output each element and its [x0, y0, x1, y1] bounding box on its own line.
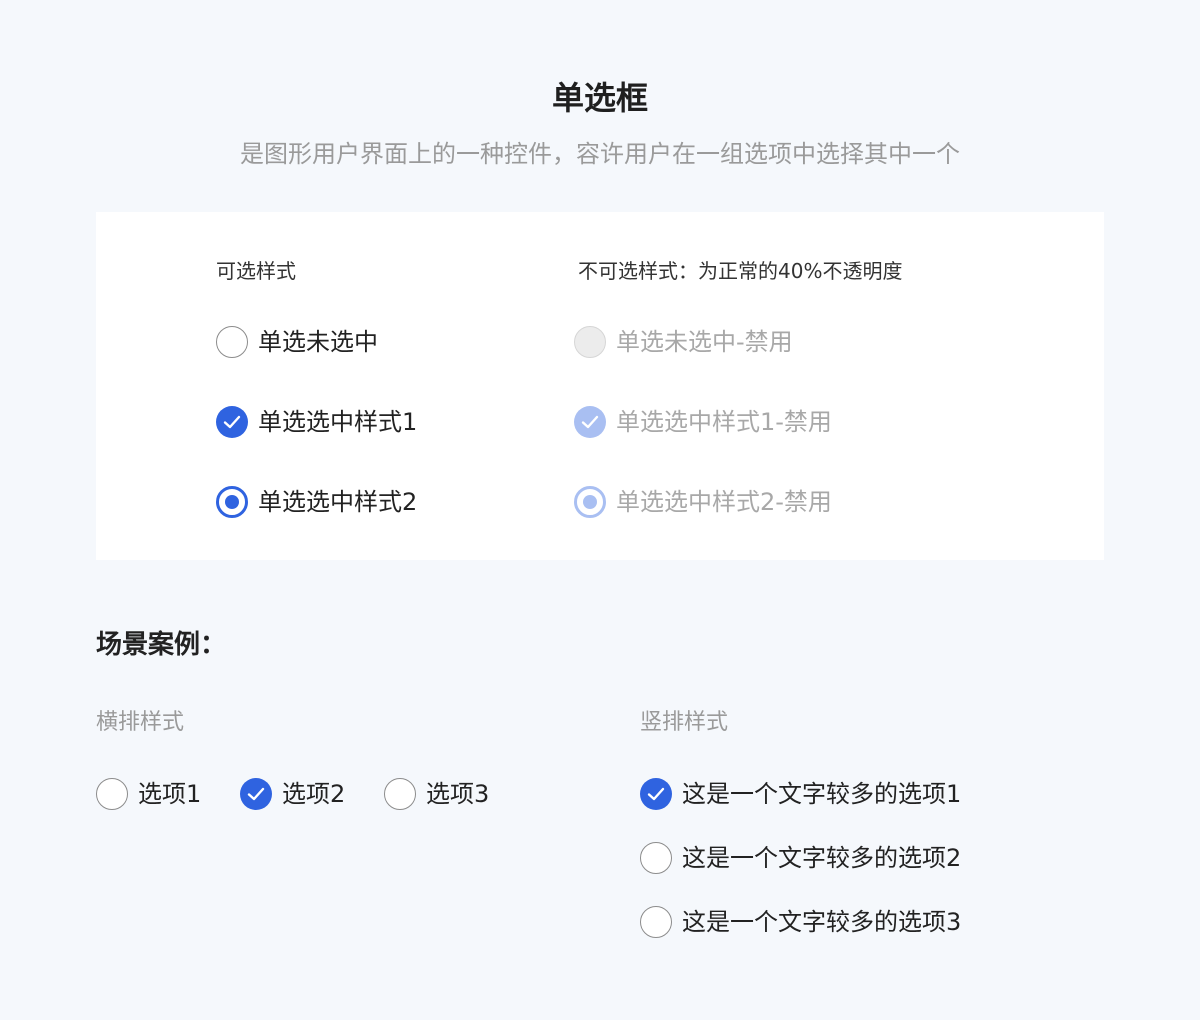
radio-dot-disabled-icon [574, 486, 606, 518]
horizontal-option-2[interactable]: 选项2 [240, 776, 345, 812]
radio-option-label: 选项3 [426, 780, 490, 808]
radio-option-label: 单选选中样式2-禁用 [616, 488, 832, 516]
examples-section-title: 场景案例： [96, 630, 227, 660]
horizontal-option-1[interactable]: 选项1 [96, 776, 201, 812]
radio-unchecked-icon[interactable] [96, 778, 128, 810]
radio-option-label: 选项1 [138, 780, 202, 808]
vertical-group-heading: 竖排样式 [640, 710, 729, 735]
radio-option-label: 单选选中样式2 [258, 488, 418, 516]
radio-unchecked-icon[interactable] [640, 842, 672, 874]
vertical-option-1[interactable]: 这是一个文字较多的选项1 [640, 776, 961, 812]
disabled-styles-heading: 不可选样式：为正常的40%不透明度 [578, 259, 903, 283]
radio-dot-icon[interactable] [216, 486, 248, 518]
radio-checkmark-disabled-icon [574, 406, 606, 438]
radio-option-label: 单选选中样式1 [258, 408, 418, 436]
radio-option-label: 这是一个文字较多的选项2 [682, 844, 962, 872]
radio-checkmark-icon[interactable] [640, 778, 672, 810]
page-title: 单选框 [551, 79, 648, 117]
radio-unchecked-icon[interactable] [384, 778, 416, 810]
radio-option-label: 这是一个文字较多的选项1 [682, 780, 962, 808]
horizontal-option-3[interactable]: 选项3 [384, 776, 489, 812]
radio-unchecked-disabled-icon [574, 326, 606, 358]
vertical-option-3[interactable]: 这是一个文字较多的选项3 [640, 904, 961, 940]
horizontal-group-heading: 横排样式 [96, 710, 185, 735]
radio-option-checked-style2[interactable]: 单选选中样式2 [216, 484, 417, 520]
radio-unchecked-icon[interactable] [216, 326, 248, 358]
radio-option-label: 单选未选中-禁用 [616, 328, 793, 356]
page-subtitle: 是图形用户界面上的一种控件，容许用户在一组选项中选择其中一个 [240, 140, 960, 168]
vertical-option-2[interactable]: 这是一个文字较多的选项2 [640, 840, 961, 876]
radio-option-unchecked[interactable]: 单选未选中 [216, 324, 378, 360]
radio-checkmark-icon[interactable] [216, 406, 248, 438]
radio-option-label: 选项2 [282, 780, 346, 808]
radio-styles-card: 可选样式 不可选样式：为正常的40%不透明度 单选未选中 单选选中样式1 单选选… [96, 212, 1104, 560]
radio-option-label: 这是一个文字较多的选项3 [682, 908, 962, 936]
enabled-styles-heading: 可选样式 [216, 259, 296, 283]
radio-checkmark-icon[interactable] [240, 778, 272, 810]
radio-option-checked-style2-disabled: 单选选中样式2-禁用 [574, 484, 832, 520]
radio-option-unchecked-disabled: 单选未选中-禁用 [574, 324, 793, 360]
radio-option-checked-style1[interactable]: 单选选中样式1 [216, 404, 417, 440]
radio-unchecked-icon[interactable] [640, 906, 672, 938]
radio-option-label: 单选未选中 [258, 328, 378, 356]
radio-option-checked-style1-disabled: 单选选中样式1-禁用 [574, 404, 832, 440]
radio-option-label: 单选选中样式1-禁用 [616, 408, 832, 436]
